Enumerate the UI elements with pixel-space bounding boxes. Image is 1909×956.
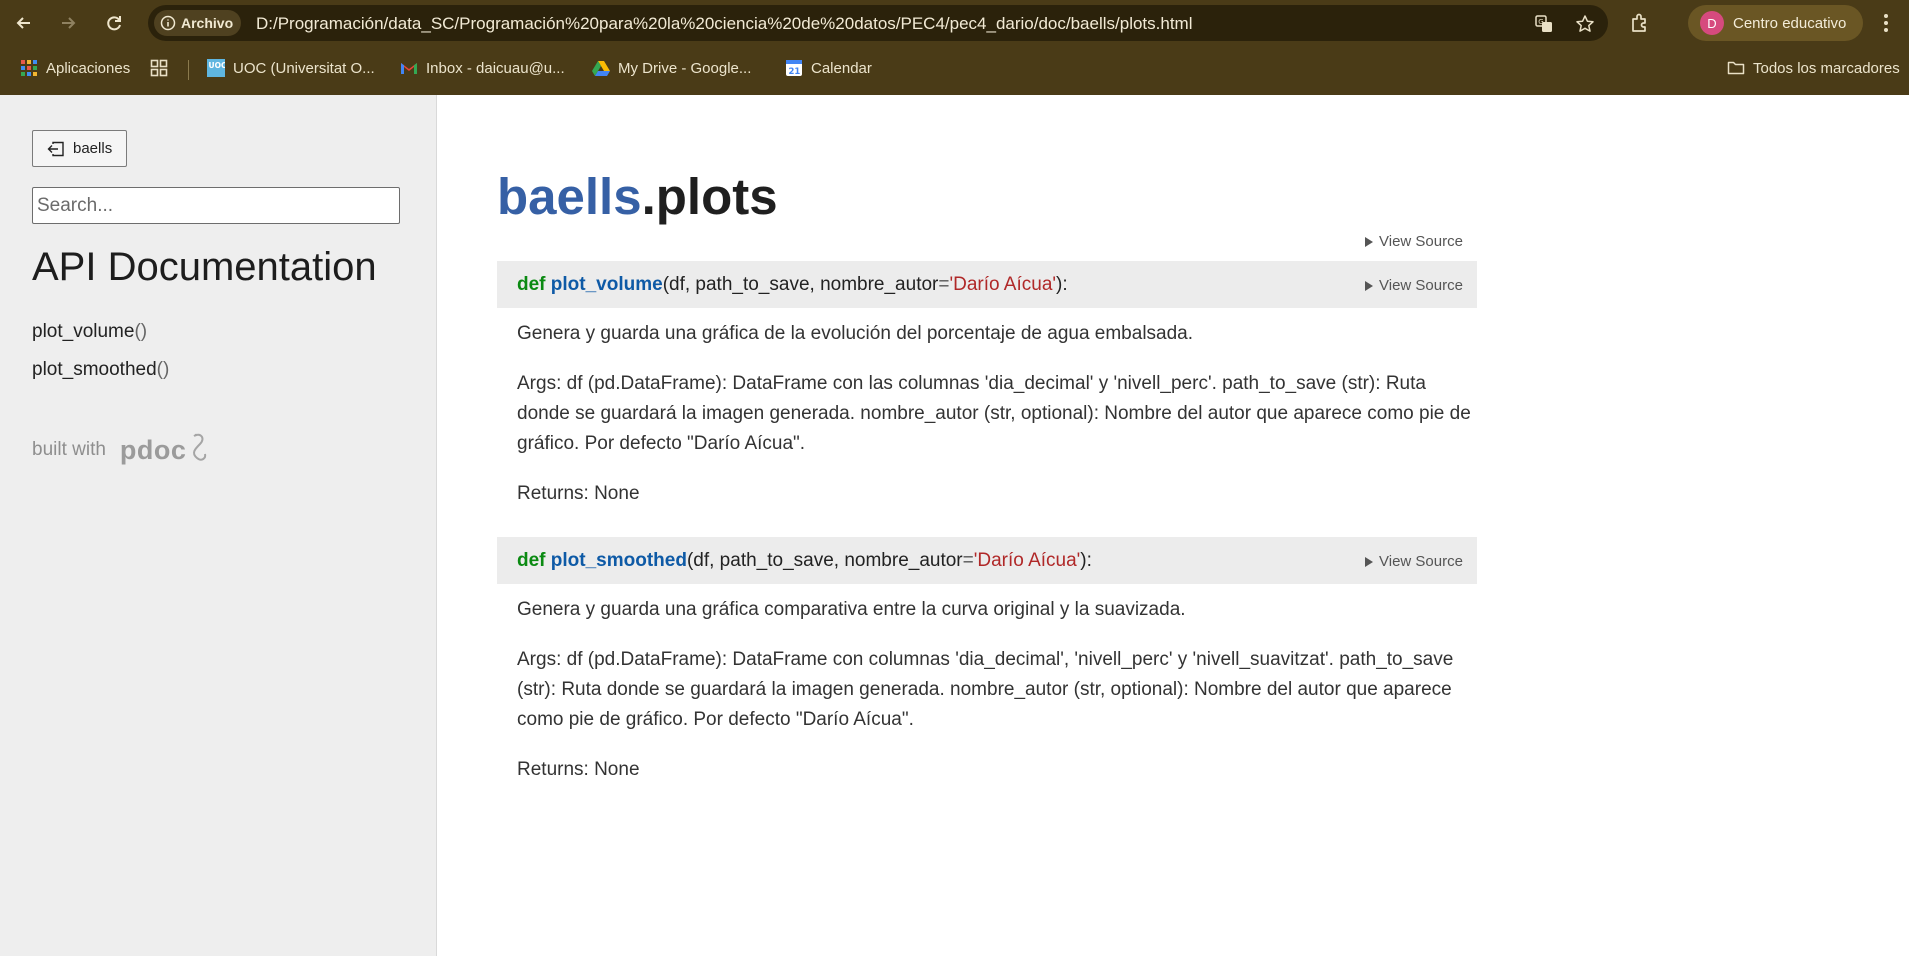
- view-source-label: View Source: [1379, 277, 1463, 294]
- browser-toolbar: Archivo D:/Programación/data_SC/Programa…: [0, 0, 1909, 46]
- box-arrow-left-icon: [47, 141, 64, 156]
- function-link-parens: (): [156, 359, 170, 380]
- avatar: D: [1700, 11, 1724, 35]
- bookmark-label: Todos los marcadores: [1753, 59, 1900, 77]
- back-nav-button[interactable]: [8, 7, 40, 39]
- all-bookmarks-button[interactable]: Todos los marcadores: [1727, 56, 1900, 80]
- view-source-label: View Source: [1379, 233, 1463, 250]
- params: (df, path_to_save, nombre_autor: [686, 550, 963, 571]
- signature-text: def plot_volume(df, path_to_save, nombre…: [517, 274, 1068, 296]
- snake-logo-icon: [193, 433, 207, 461]
- gmail-icon: [401, 63, 417, 74]
- function-view-source-toggle[interactable]: View Source: [1365, 553, 1463, 570]
- search-input[interactable]: [32, 187, 400, 224]
- address-bar[interactable]: Archivo D:/Programación/data_SC/Programa…: [148, 5, 1608, 41]
- module-view-source-toggle[interactable]: View Source: [1365, 233, 1463, 250]
- bookmark-label: Calendar: [811, 59, 872, 77]
- translate-icon: G: [1535, 15, 1552, 32]
- def-keyword: def: [517, 550, 546, 571]
- view-source-label: View Source: [1379, 553, 1463, 570]
- function-signature-plot-volume: def plot_volume(df, path_to_save, nombre…: [497, 261, 1477, 308]
- translate-button[interactable]: G: [1533, 13, 1555, 35]
- equals: =: [938, 274, 950, 295]
- bookmark-inbox[interactable]: Inbox - daicuau@u...: [400, 56, 565, 80]
- calendar-icon: 21: [786, 60, 802, 77]
- star-icon: [1576, 15, 1594, 32]
- function-link-parens: (): [134, 321, 148, 342]
- reload-icon: [107, 16, 121, 31]
- profile-button[interactable]: D Centro educativo: [1688, 5, 1863, 41]
- caret-right-icon: [1365, 556, 1373, 567]
- svg-text:G: G: [1538, 18, 1543, 26]
- default-value: 'Darío Aícua': [973, 550, 1081, 571]
- function-signature-plot-smoothed: def plot_smoothed(df, path_to_save, nomb…: [497, 537, 1477, 584]
- caret-right-icon: [1365, 236, 1373, 247]
- bookmark-drive[interactable]: My Drive - Google...: [592, 56, 751, 80]
- pdoc-logo: pdoc: [119, 434, 187, 465]
- docstring-returns: Returns: None: [517, 759, 640, 780]
- bookmark-apps[interactable]: Aplicaciones: [20, 56, 130, 80]
- sidebar-item-plot-smoothed[interactable]: plot_smoothed(): [32, 359, 169, 381]
- bookmark-star-button[interactable]: [1574, 13, 1596, 35]
- kebab-menu-icon[interactable]: [1876, 11, 1896, 35]
- docstring-returns: Returns: None: [517, 483, 640, 504]
- drive-icon: [592, 61, 610, 76]
- bookmark-label: My Drive - Google...: [618, 59, 752, 77]
- grid-icon: [150, 59, 168, 77]
- function-link-name: plot_volume: [32, 321, 135, 342]
- function-link-name: plot_smoothed: [32, 359, 157, 380]
- params: (df, path_to_save, nombre_autor: [662, 274, 939, 295]
- def-keyword: def: [517, 274, 546, 295]
- caret-right-icon: [1365, 280, 1373, 291]
- bookmark-separator: [188, 60, 189, 80]
- function-view-source-toggle[interactable]: View Source: [1365, 277, 1463, 294]
- signature-text: def plot_smoothed(df, path_to_save, nomb…: [517, 550, 1092, 572]
- docstring-summary: Genera y guarda una gráfica de la evoluc…: [517, 323, 1194, 344]
- docstring-args: Args: df (pd.DataFrame): DataFrame con l…: [517, 373, 1471, 454]
- built-with-footer[interactable]: built with pdoc: [32, 430, 208, 470]
- built-with-label: built with: [32, 439, 106, 460]
- profile-label: Centro educativo: [1733, 14, 1847, 32]
- reload-button[interactable]: [98, 7, 130, 39]
- url-text[interactable]: D:/Programación/data_SC/Programación%20p…: [256, 14, 1193, 34]
- bookmark-label: UOC (Universitat O...: [233, 59, 375, 77]
- docstring-summary: Genera y guarda una gráfica comparativa …: [517, 599, 1186, 620]
- apps-grid-icon: [21, 60, 37, 76]
- site-info-label: Archivo: [181, 15, 234, 31]
- bookmark-label: Aplicaciones: [46, 59, 131, 77]
- uoc-icon: UOC: [207, 59, 225, 77]
- function-name[interactable]: plot_volume: [551, 274, 663, 295]
- module-name: .plots: [641, 168, 778, 225]
- equals: =: [962, 550, 974, 571]
- site-info-chip[interactable]: Archivo: [154, 10, 242, 36]
- module-back-button[interactable]: baells: [32, 130, 128, 167]
- docstring-args: Args: df (pd.DataFrame): DataFrame con c…: [517, 649, 1454, 730]
- bookmarks-bar: Aplicaciones UOC UOC (Universitat O... I…: [0, 52, 1909, 84]
- function-name[interactable]: plot_smoothed: [551, 550, 687, 571]
- svg-text:UOC: UOC: [209, 61, 226, 70]
- browser-chrome: Archivo D:/Programación/data_SC/Programa…: [0, 0, 1909, 95]
- arrow-left-icon: [16, 17, 30, 29]
- sidebar-item-plot-volume[interactable]: plot_volume(): [32, 321, 147, 343]
- bookmark-calendar[interactable]: 21 Calendar: [785, 56, 872, 80]
- svg-text:21: 21: [789, 67, 801, 77]
- params-close: ):: [1080, 550, 1092, 571]
- back-button-label: baells: [73, 140, 113, 157]
- default-value: 'Darío Aícua': [949, 274, 1057, 295]
- sidebar: baells API Documentation plot_volume() p…: [0, 95, 437, 956]
- forward-nav-button[interactable]: [52, 7, 84, 39]
- module-package[interactable]: baells: [497, 168, 642, 225]
- arrow-right-icon: [62, 17, 76, 29]
- info-icon: [160, 15, 176, 31]
- folder-icon: [1727, 61, 1745, 75]
- bookmark-label: Inbox - daicuau@u...: [426, 59, 565, 77]
- page-title: baells.plots: [497, 167, 778, 226]
- sidebar-title: API Documentation: [32, 245, 377, 289]
- extensions-icon[interactable]: [1628, 11, 1652, 35]
- tab-groups-button[interactable]: [150, 56, 168, 80]
- params-close: ):: [1056, 274, 1068, 295]
- bookmark-uoc[interactable]: UOC UOC (Universitat O...: [207, 56, 375, 80]
